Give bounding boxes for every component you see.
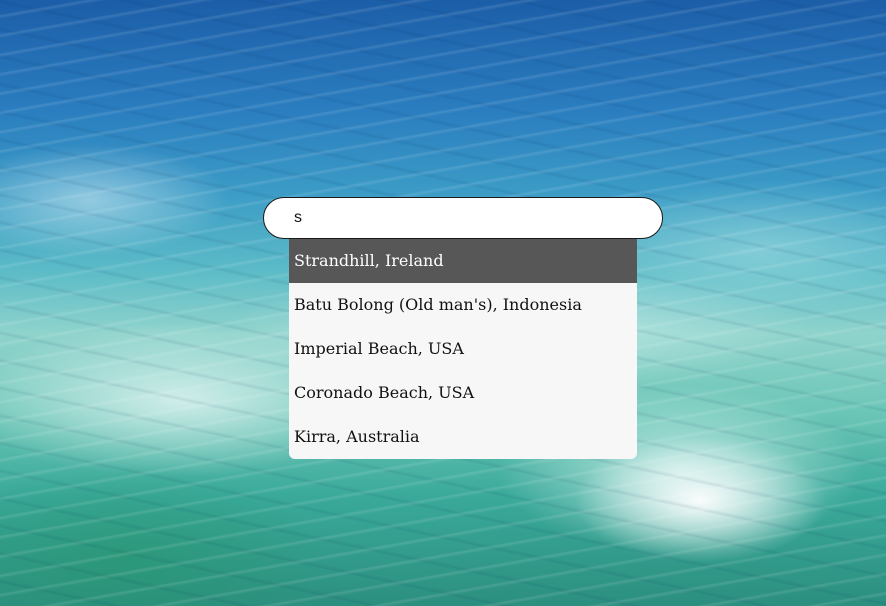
suggestion-item[interactable]: Strandhill, Ireland: [289, 239, 637, 283]
search-input[interactable]: [263, 197, 663, 239]
suggestion-item[interactable]: Batu Bolong (Old man's), Indonesia: [289, 283, 637, 327]
suggestion-item[interactable]: Coronado Beach, USA: [289, 371, 637, 415]
location-search: Strandhill, Ireland Batu Bolong (Old man…: [263, 197, 663, 459]
suggestion-item[interactable]: Kirra, Australia: [289, 415, 637, 459]
suggestions-dropdown: Strandhill, Ireland Batu Bolong (Old man…: [289, 239, 637, 459]
suggestion-item[interactable]: Imperial Beach, USA: [289, 327, 637, 371]
